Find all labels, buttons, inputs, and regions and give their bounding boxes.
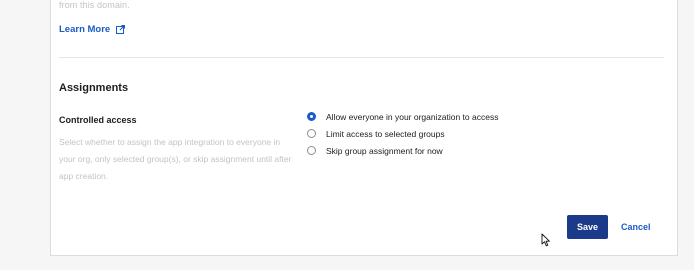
assignments-heading: Assignments (59, 82, 129, 94)
page: from this domain. Learn More Assignments… (0, 0, 694, 270)
section-divider (59, 57, 664, 58)
radio-option-skip-assignment[interactable]: Skip group assignment for now (307, 142, 498, 159)
form-card: from this domain. Learn More Assignments… (50, 0, 678, 256)
radio-label: Limit access to selected groups (326, 128, 445, 139)
save-button[interactable]: Save (567, 215, 608, 239)
radio-label: Skip group assignment for now (326, 145, 443, 156)
radio-label: Allow everyone in your organization to a… (326, 111, 499, 122)
learn-more-label: Learn More (59, 24, 111, 35)
controlled-access-radio-group: Allow everyone in your organization to a… (307, 108, 498, 159)
external-link-icon (116, 25, 126, 34)
radio-option-allow-everyone[interactable]: Allow everyone in your organization to a… (307, 108, 498, 125)
controlled-access-label: Controlled access (59, 115, 137, 125)
domain-hint-text: from this domain. (59, 0, 130, 10)
learn-more-link[interactable]: Learn More (59, 24, 126, 35)
radio-button[interactable] (307, 146, 316, 155)
radio-button-checked[interactable] (307, 112, 316, 121)
radio-button[interactable] (307, 129, 316, 138)
radio-option-limit-groups[interactable]: Limit access to selected groups (307, 125, 498, 142)
mouse-cursor-icon (541, 233, 550, 247)
cancel-button[interactable]: Cancel (621, 215, 651, 239)
controlled-access-help: Select whether to assign the app integra… (59, 137, 292, 181)
